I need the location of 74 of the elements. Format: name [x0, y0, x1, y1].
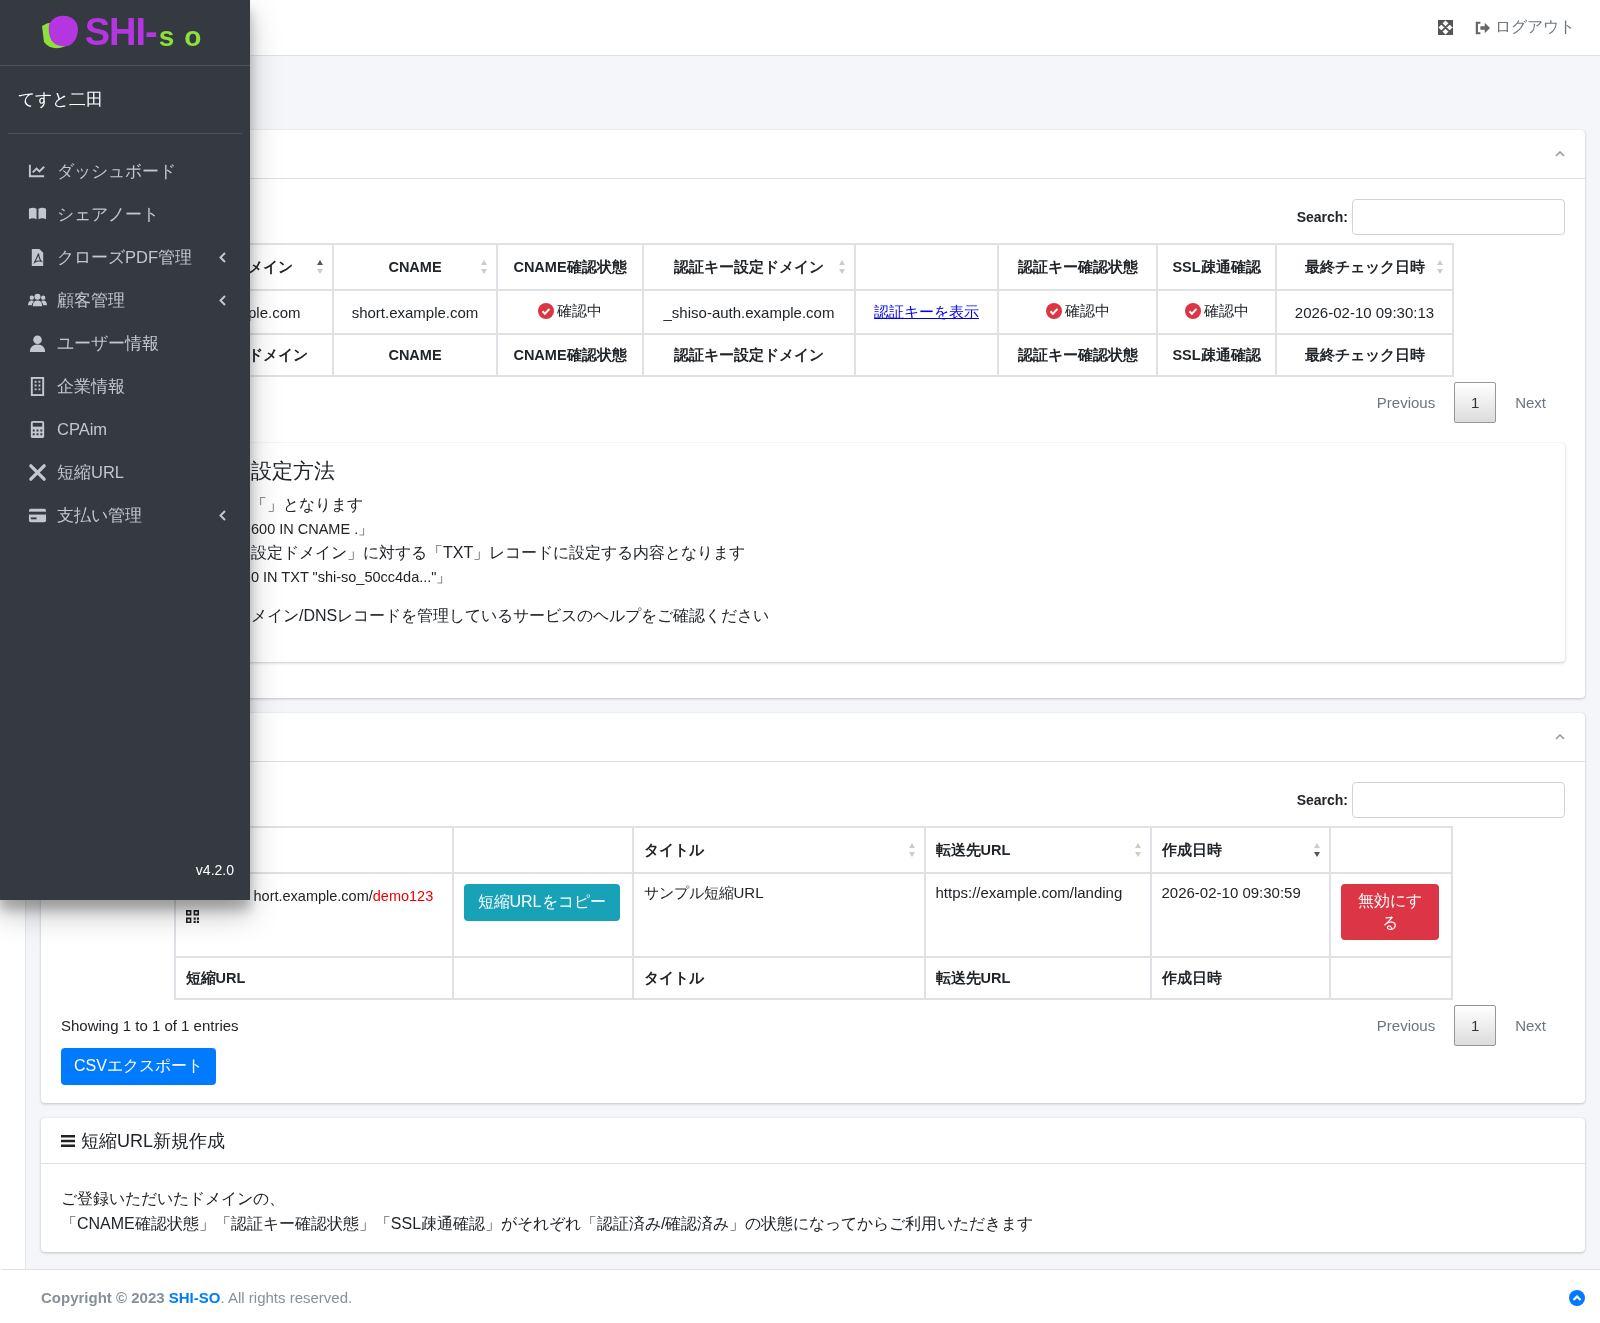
page-button[interactable]: 1: [1454, 382, 1497, 423]
user-name[interactable]: てすと二田: [18, 88, 103, 111]
page-button[interactable]: 1: [1454, 1005, 1497, 1046]
qr-code-icon[interactable]: [185, 910, 199, 923]
scroll-up-icon[interactable]: [1569, 1289, 1585, 1306]
sidebar-item[interactable]: 顧客管理: [0, 279, 250, 322]
logout-button[interactable]: ログアウト: [1475, 11, 1575, 44]
search-label: Search:: [1296, 792, 1348, 808]
card-title: 短縮URL新規作成: [81, 1129, 225, 1153]
column-header[interactable]: メイン: [248, 258, 293, 275]
column-header[interactable]: 作成日時: [1161, 841, 1222, 858]
disable-button[interactable]: 無効にする: [1340, 884, 1439, 940]
column-footer: CNAME: [388, 347, 442, 363]
version-label: v4.2.0: [195, 862, 234, 878]
column-footer: 短縮URL: [185, 969, 246, 986]
sidebar-item[interactable]: クローズPDF管理: [0, 236, 250, 279]
sidebar-item[interactable]: 支払い管理: [0, 494, 250, 537]
sort-icon[interactable]: [1312, 842, 1321, 858]
check-icon: [1184, 303, 1201, 320]
status-label: 確認中: [538, 301, 602, 321]
logout-icon: [1475, 20, 1491, 35]
search-label: Search:: [1296, 209, 1348, 225]
instruction-text: 設定ドメイン」に対する「TXT」レコードに設定する内容となります: [251, 543, 747, 563]
table-cell: サンプル短縮URL: [643, 884, 764, 901]
sidebar-item[interactable]: ユーザー情報: [0, 322, 250, 365]
column-footer: 作成日時: [1161, 969, 1222, 986]
short-url-text: hort.example.com/demo123: [253, 888, 434, 904]
sidebar-item[interactable]: シェアノート: [0, 193, 250, 236]
notice-text: 「CNAME確認状態」「認証キー確認状態」「SSL疎通確認」がそれぞれ「認証済み/確認済み」の状態になってからご利用いただきます: [61, 1214, 1035, 1234]
status-label: 確認中: [1184, 301, 1249, 321]
instruction-text: 「」となります: [251, 495, 364, 515]
menu-icon: [61, 1134, 75, 1147]
dns-record-text: 600 IN CNAME .」: [251, 520, 375, 539]
column-header[interactable]: 転送先URL: [935, 841, 1011, 858]
credit-card-icon: [28, 506, 47, 525]
column-footer: CNAME確認状態: [513, 346, 627, 363]
column-footer: 転送先URL: [935, 969, 1011, 986]
instruction-note: メイン/DNSレコードを管理しているサービスのヘルプをご確認ください: [251, 606, 771, 626]
column-footer: SSL疎通確認: [1172, 346, 1261, 363]
table-cell: short.example.com: [351, 303, 479, 321]
notice-text: ご登録いただいたドメインの、: [61, 1189, 286, 1209]
status-label: 確認中: [1045, 301, 1110, 321]
table-cell: https://example.com/landing: [935, 884, 1123, 901]
sidebar-item[interactable]: 企業情報: [0, 365, 250, 408]
check-icon: [538, 303, 554, 320]
dns-record-text: 0 IN TXT "shi-so_50cc4da..."」: [251, 568, 453, 587]
collapse-icon[interactable]: [1555, 151, 1565, 157]
column-header[interactable]: タイトル: [643, 841, 704, 858]
user-icon: [28, 334, 47, 353]
copyright-text: Copyright © 2023 SHI-SO. All rights reserved.: [41, 1289, 353, 1306]
column-footer: 認証キー設定ドメイン: [674, 346, 824, 363]
csv-export-button[interactable]: CSVエクスポート: [61, 1048, 216, 1085]
table-cell: 2026-02-10 09:30:59: [1161, 884, 1301, 901]
table-cell: 2026-02-10 09:30:13: [1294, 303, 1435, 321]
search-field[interactable]: [1352, 782, 1565, 818]
sidebar-item[interactable]: 短縮URL: [0, 451, 250, 494]
entries-info: Showing 1 to 1 of 1 entries: [61, 1017, 239, 1034]
instructions-heading: 設定方法: [251, 458, 336, 484]
brand-link[interactable]: SHI-SO: [168, 1289, 221, 1306]
check-icon: [1045, 303, 1062, 320]
column-footer: 認証キー確認状態: [1017, 346, 1138, 363]
column-footer: ドメイン: [248, 346, 308, 363]
sort-icon[interactable]: [316, 259, 324, 275]
table-cell: _shiso-auth.example.com: [663, 303, 835, 321]
sidebar-item[interactable]: ダッシュボード: [0, 150, 250, 193]
column-footer: 最終チェック日時: [1304, 346, 1425, 363]
building-icon: [28, 377, 47, 396]
search-field[interactable]: [1352, 199, 1565, 235]
sidebar-item[interactable]: CPAim: [0, 408, 250, 451]
column-header[interactable]: CNAME: [388, 259, 442, 275]
column-footer: タイトル: [643, 969, 704, 986]
logo[interactable]: SHI-so: [38, 11, 212, 54]
calculator-icon: [28, 420, 47, 439]
collapse-icon[interactable]: [1555, 734, 1565, 740]
